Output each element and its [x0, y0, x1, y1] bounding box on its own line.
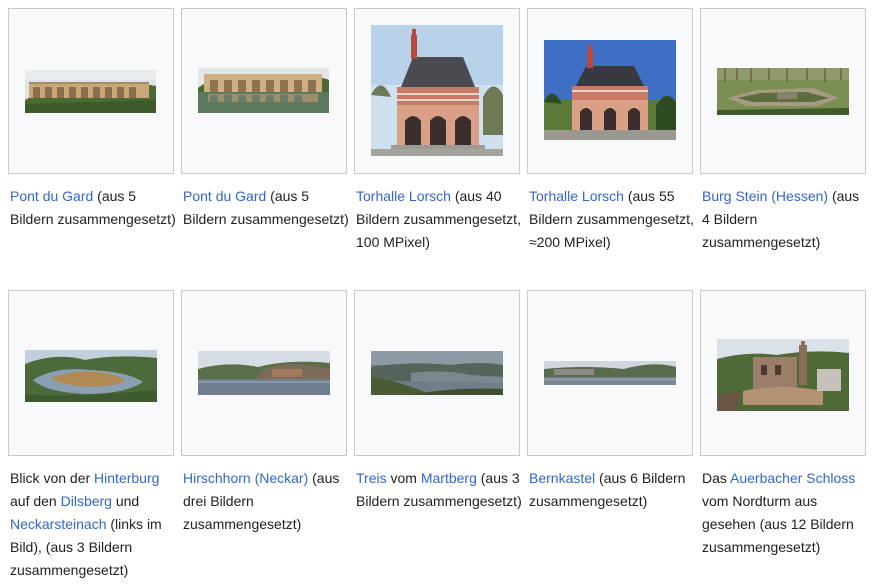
caption-text: und — [111, 493, 140, 509]
caption: Pont du Gard (aus 5 Bildern zusammengese… — [10, 185, 176, 231]
caption: Burg Stein (Hessen) (aus 4 Bildern zusam… — [702, 185, 868, 254]
caption-link[interactable]: Hinterburg — [94, 470, 159, 486]
caption: Hirschhorn (Neckar) (aus drei Bildern zu… — [183, 467, 349, 536]
thumbnail-image-neckar-bend[interactable] — [25, 350, 157, 402]
thumbnail-image-auerbacher-schloss[interactable] — [717, 339, 849, 411]
caption-link[interactable]: Auerbacher Schloss — [730, 470, 855, 486]
thumbnail-image-burg-stein[interactable] — [717, 68, 849, 115]
caption-link[interactable]: Hirschhorn (Neckar) — [183, 470, 308, 486]
thumbnail-frame — [700, 290, 866, 456]
thumbnail-image-pont-du-gard[interactable] — [25, 70, 156, 113]
thumbnail-frame — [8, 290, 174, 456]
thumbnail-frame — [700, 8, 866, 174]
caption: Torhalle Lorsch (aus 40 Bildern zusammen… — [356, 185, 522, 254]
thumbnail-image-hirschhorn[interactable] — [198, 351, 330, 395]
thumbnail-image-pont-du-gard[interactable] — [198, 68, 329, 113]
caption-text: vom — [386, 470, 421, 486]
caption-link[interactable]: Pont du Gard — [183, 188, 266, 204]
image-gallery: Pont du Gard (aus 5 Bildern zusammengese… — [0, 0, 876, 586]
thumbnail-image-bernkastel[interactable] — [544, 361, 676, 385]
caption-text: auf den — [10, 493, 61, 509]
thumbnail-frame — [354, 8, 520, 174]
caption: Blick von der Hinterburg auf den Dilsber… — [10, 467, 176, 582]
caption-link[interactable]: Martberg — [421, 470, 477, 486]
caption-link[interactable]: Burg Stein (Hessen) — [702, 188, 828, 204]
thumbnail-frame — [181, 8, 347, 174]
caption-link[interactable]: Torhalle Lorsch — [529, 188, 624, 204]
thumbnail-frame — [527, 8, 693, 174]
caption-link[interactable]: Treis — [356, 470, 387, 486]
caption-text: Das — [702, 470, 731, 486]
thumbnail-frame — [8, 8, 174, 174]
caption: Treis vom Martberg (aus 3 Bildern zusamm… — [356, 467, 522, 513]
thumbnail-image-torhalle-lorsch[interactable] — [371, 25, 503, 156]
caption: Bernkastel (aus 6 Bildern zusammengesetz… — [529, 467, 695, 513]
caption-link[interactable]: Dilsberg — [61, 493, 112, 509]
caption: Das Auerbacher Schloss vom Nordturm aus … — [702, 467, 868, 559]
thumbnail-frame — [527, 290, 693, 456]
caption-link[interactable]: Pont du Gard — [10, 188, 93, 204]
caption-text: vom Nordturm aus gesehen (aus 12 Bildern… — [702, 493, 854, 555]
caption-link[interactable]: Torhalle Lorsch — [356, 188, 451, 204]
caption-link[interactable]: Neckarsteinach — [10, 516, 107, 532]
caption-text: Blick von der — [10, 470, 95, 486]
thumbnail-frame — [181, 290, 347, 456]
thumbnail-image-treis[interactable] — [371, 351, 503, 395]
caption-link[interactable]: Bernkastel — [529, 470, 595, 486]
caption: Torhalle Lorsch (aus 55 Bildern zusammen… — [529, 185, 695, 254]
thumbnail-image-torhalle-lorsch[interactable] — [544, 40, 676, 140]
thumbnail-frame — [354, 290, 520, 456]
caption: Pont du Gard (aus 5 Bildern zusammengese… — [183, 185, 349, 231]
